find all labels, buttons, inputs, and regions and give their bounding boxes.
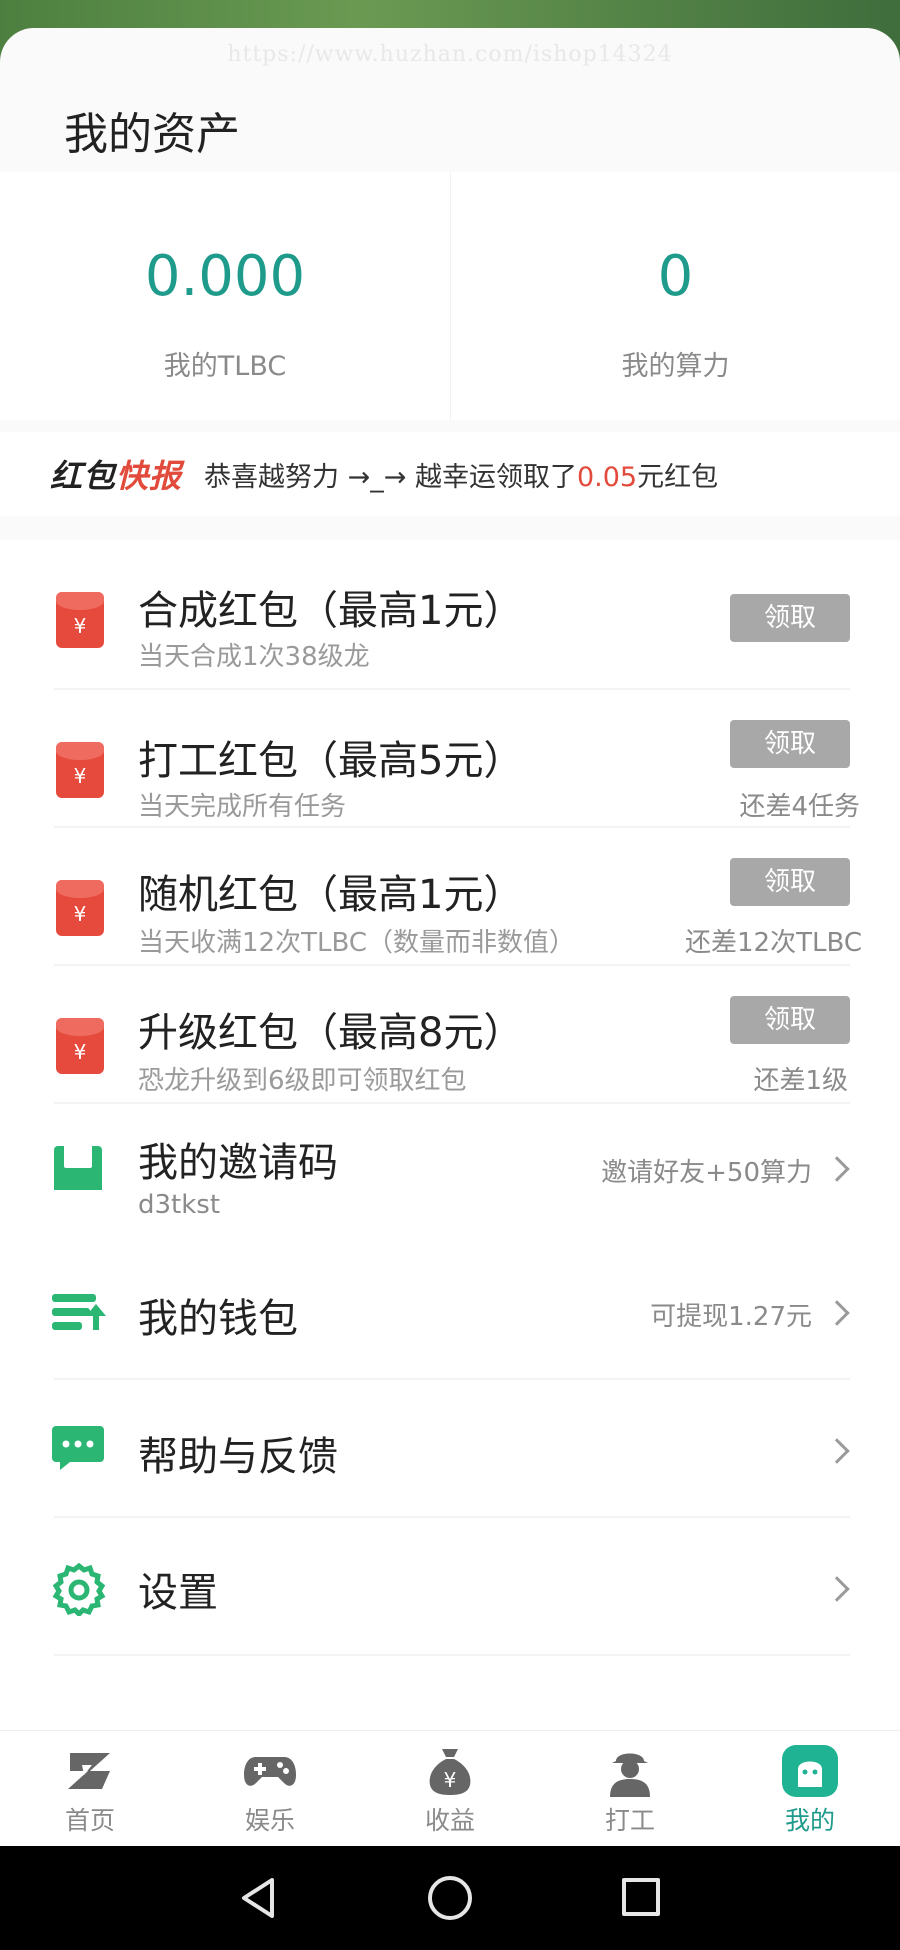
profile-icon <box>782 1745 838 1797</box>
tab-home[interactable]: 首页 <box>0 1731 180 1847</box>
invite-code: d3tkst <box>138 1190 221 1220</box>
invite-title: 我的邀请码 <box>138 1140 338 1186</box>
worker-icon <box>610 1753 650 1797</box>
red-packet-row-synthesis: ¥ 合成红包（最高1元） 当天合成1次38级龙 领取 <box>0 540 900 690</box>
withdrawable-text: 可提现1.27元 <box>650 1302 812 1332</box>
recent-apps-icon[interactable] <box>622 1878 660 1916</box>
yen-glyph: ¥ <box>73 614 87 638</box>
settings-title: 设置 <box>138 1570 218 1616</box>
tab-label: 我的 <box>784 1806 835 1835</box>
asset-summary: 0.000 我的TLBC 0 我的算力 <box>0 172 900 420</box>
red-packet-subtitle: 当天收满12次TLBC（数量而非数值） <box>138 928 575 958</box>
watermark: https://www.huzhan.com/ishop14324 <box>227 42 673 67</box>
system-nav-bar <box>0 1846 900 1950</box>
gear-icon <box>52 1562 106 1616</box>
asset-value: 0 <box>657 244 694 309</box>
money-bag-icon: ¥ <box>429 1749 471 1795</box>
red-packet-row-random: ¥ 随机红包（最高1元） 当天收满12次TLBC（数量而非数值） 领取 还差12… <box>0 828 900 966</box>
bottom-tab-bar: 首页 娱乐 ¥ 收益 打工 我的 <box>0 1730 900 1846</box>
invite-code-row[interactable]: 我的邀请码 d3tkst 邀请好友+50算力 <box>0 1104 900 1244</box>
news-text-prefix: 恭喜越努力 →_→ 越幸运领取了 <box>204 461 577 493</box>
wallet-icon <box>52 1294 106 1330</box>
news-logo-part1: 红包 <box>50 457 117 495</box>
red-envelope-icon: ¥ <box>56 742 104 798</box>
gamepad-icon <box>244 1757 296 1786</box>
invite-reward-text: 邀请好友+50算力 <box>601 1158 812 1188</box>
claim-button[interactable]: 领取 <box>730 858 850 906</box>
red-packet-title: 升级红包（最高8元） <box>138 1010 524 1056</box>
yen-glyph: ¥ <box>73 1040 87 1064</box>
chevron-right-icon <box>824 1576 850 1602</box>
tab-work[interactable]: 打工 <box>540 1731 720 1847</box>
red-envelope-icon: ¥ <box>56 592 104 648</box>
back-icon[interactable] <box>238 1876 278 1920</box>
tab-label: 打工 <box>604 1806 655 1835</box>
news-amount: 0.05 <box>576 461 638 493</box>
wallet-row[interactable]: 我的钱包 可提现1.27元 <box>0 1244 900 1380</box>
yen-glyph: ¥ <box>73 902 87 926</box>
yen-glyph: ¥ <box>73 764 87 788</box>
asset-hashpower[interactable]: 0 我的算力 <box>450 172 900 420</box>
red-envelope-icon: ¥ <box>56 880 104 936</box>
home-circle-icon[interactable] <box>428 1876 472 1920</box>
tab-label: 娱乐 <box>244 1806 295 1835</box>
red-packet-row-upgrade: ¥ 升级红包（最高8元） 恐龙升级到6级即可领取红包 领取 还差1级 <box>0 966 900 1104</box>
tab-label: 收益 <box>424 1806 475 1835</box>
settings-row[interactable]: 设置 <box>0 1518 900 1656</box>
chevron-right-icon <box>824 1156 850 1182</box>
wallet-title: 我的钱包 <box>138 1296 298 1342</box>
red-packet-news-ticker[interactable]: 红包快报 恭喜越努力 →_→ 越幸运领取了0.05元红包 <box>0 432 900 516</box>
chevron-right-icon <box>824 1300 850 1326</box>
asset-label: 我的TLBC <box>163 351 287 382</box>
remaining-text: 还差1级 <box>753 1066 848 1096</box>
remaining-text: 还差12次TLBC <box>685 928 862 958</box>
remaining-text: 还差4任务 <box>739 792 860 822</box>
chevron-right-icon <box>824 1438 850 1464</box>
yen-glyph: ¥ <box>444 1768 457 1792</box>
help-feedback-row[interactable]: 帮助与反馈 <box>0 1380 900 1518</box>
claim-button[interactable]: 领取 <box>730 594 850 642</box>
chat-bubble-icon <box>52 1426 104 1470</box>
tab-earnings[interactable]: ¥ 收益 <box>360 1731 540 1847</box>
tab-label: 首页 <box>64 1806 115 1835</box>
red-packet-title: 打工红包（最高5元） <box>138 738 524 784</box>
tab-mine[interactable]: 我的 <box>720 1731 900 1847</box>
news-text-suffix: 元红包 <box>637 461 719 493</box>
red-packet-subtitle: 当天合成1次38级龙 <box>138 642 370 672</box>
news-logo: 红包快报 <box>50 451 182 497</box>
page-title: 我的资产 <box>64 109 240 160</box>
help-title: 帮助与反馈 <box>138 1434 338 1480</box>
red-packet-row-work: ¥ 打工红包（最高5元） 当天完成所有任务 领取 还差4任务 <box>0 690 900 828</box>
red-packet-subtitle: 恐龙升级到6级即可领取红包 <box>138 1066 467 1096</box>
claim-button[interactable]: 领取 <box>730 996 850 1044</box>
asset-label: 我的算力 <box>621 351 730 382</box>
divider <box>54 1654 850 1656</box>
red-packet-title: 随机红包（最高1元） <box>138 872 524 918</box>
menu-list: ¥ 合成红包（最高1元） 当天合成1次38级龙 领取 ¥ 打工红包（最高5元） … <box>0 540 900 1730</box>
news-text: 恭喜越努力 →_→ 越幸运领取了0.05元红包 <box>204 455 718 494</box>
claim-button[interactable]: 领取 <box>730 720 850 768</box>
invite-envelope-icon <box>54 1142 102 1190</box>
asset-value: 0.000 <box>144 244 306 309</box>
red-envelope-icon: ¥ <box>56 1018 104 1074</box>
asset-tlbc[interactable]: 0.000 我的TLBC <box>0 172 450 420</box>
tab-entertainment[interactable]: 娱乐 <box>180 1731 360 1847</box>
home-z-icon <box>68 1753 110 1789</box>
red-packet-title: 合成红包（最高1元） <box>138 588 524 634</box>
red-packet-subtitle: 当天完成所有任务 <box>138 792 347 822</box>
news-logo-part2: 快报 <box>116 457 183 495</box>
